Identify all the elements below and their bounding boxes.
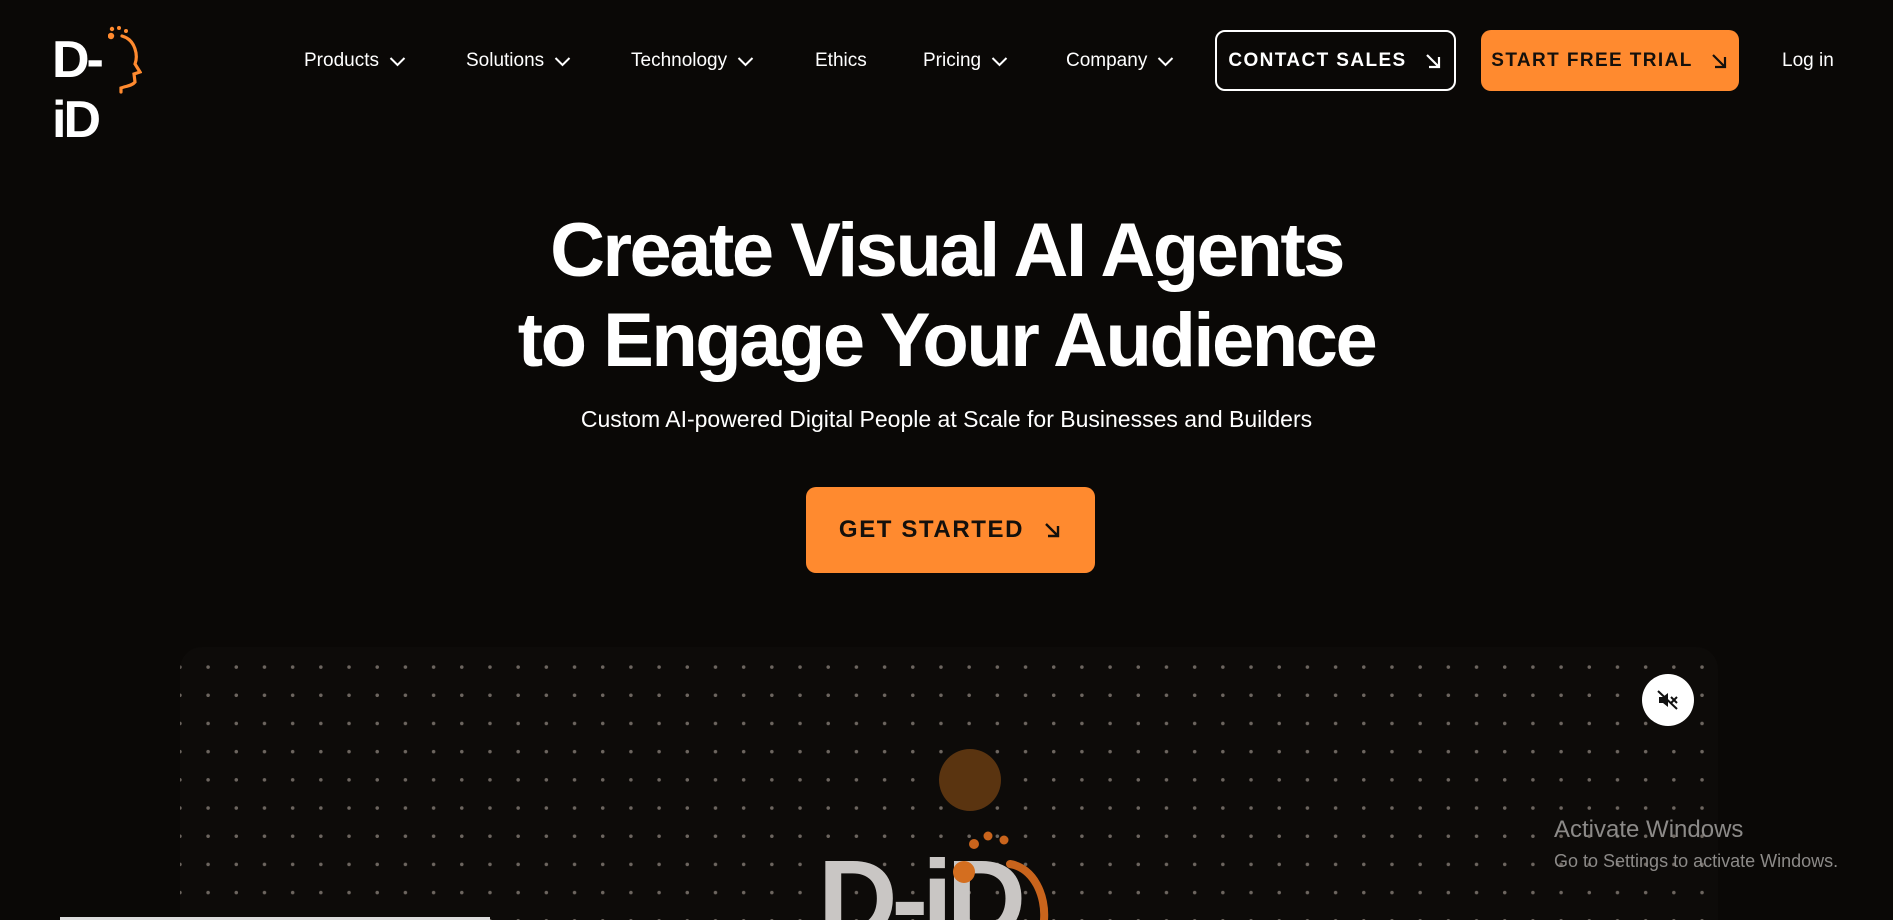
chevron-down-icon xyxy=(1158,56,1174,66)
face-profile-icon xyxy=(953,831,1049,920)
contact-sales-label: CONTACT SALES xyxy=(1228,49,1407,71)
video-d-id-logo: D-iD xyxy=(818,826,1098,920)
nav-item-ethics[interactable]: Ethics xyxy=(815,50,867,72)
hero-subtitle: Custom AI-powered Digital People at Scal… xyxy=(580,406,1313,432)
chevron-down-icon xyxy=(991,56,1008,66)
nav-item-label: Pricing xyxy=(923,50,982,71)
login-link[interactable]: Log in xyxy=(1782,50,1834,72)
nav-item-pricing[interactable]: Pricing xyxy=(923,50,1008,72)
start-free-trial-label: START FREE TRIAL xyxy=(1491,49,1693,71)
nav-item-technology[interactable]: Technology xyxy=(631,50,754,72)
mute-toggle-button[interactable] xyxy=(1642,674,1694,726)
get-started-button[interactable]: GET STARTED xyxy=(806,487,1095,573)
arrow-down-right-icon xyxy=(1425,53,1440,68)
get-started-label: GET STARTED xyxy=(838,516,1025,543)
chevron-down-icon xyxy=(389,56,406,66)
site-header: D-iD Products Solutions Technology Ethic… xyxy=(0,0,1893,149)
nav-item-company[interactable]: Company xyxy=(1066,50,1174,72)
hero-title-line-2: to Engage Your Audience xyxy=(517,298,1378,383)
hero-title: Create Visual AI Agents to Engage Your A… xyxy=(0,206,1893,386)
nav-item-label: Products xyxy=(304,50,379,71)
nav-item-solutions[interactable]: Solutions xyxy=(466,50,571,72)
d-id-logo[interactable]: D-iD xyxy=(52,26,142,149)
face-profile-icon xyxy=(108,26,142,94)
arrow-down-right-icon xyxy=(1045,523,1060,538)
page: D-iD Products Solutions Technology Ethic… xyxy=(0,0,1893,920)
nav-item-label: Technology xyxy=(631,50,728,71)
arrow-down-right-icon xyxy=(1711,53,1726,68)
orange-orb xyxy=(939,749,1001,811)
activate-windows-title: Activate Windows xyxy=(1554,816,1744,843)
hero-title-line-1: Create Visual AI Agents xyxy=(550,208,1345,293)
activate-windows-watermark: Activate Windows Go to Settings to activ… xyxy=(1554,815,1838,875)
start-free-trial-button[interactable]: START FREE TRIAL xyxy=(1481,30,1739,91)
nav-item-label: Solutions xyxy=(466,50,545,71)
activate-windows-subtitle: Go to Settings to activate Windows. xyxy=(1554,851,1839,871)
nav-item-label: Ethics xyxy=(815,50,867,71)
nav-item-products[interactable]: Products xyxy=(304,50,406,72)
nav-item-label: Company xyxy=(1066,50,1148,71)
contact-sales-button[interactable]: CONTACT SALES xyxy=(1215,30,1456,91)
speaker-muted-icon xyxy=(1657,690,1678,710)
chevron-down-icon xyxy=(554,56,571,66)
chevron-down-icon xyxy=(737,56,754,66)
